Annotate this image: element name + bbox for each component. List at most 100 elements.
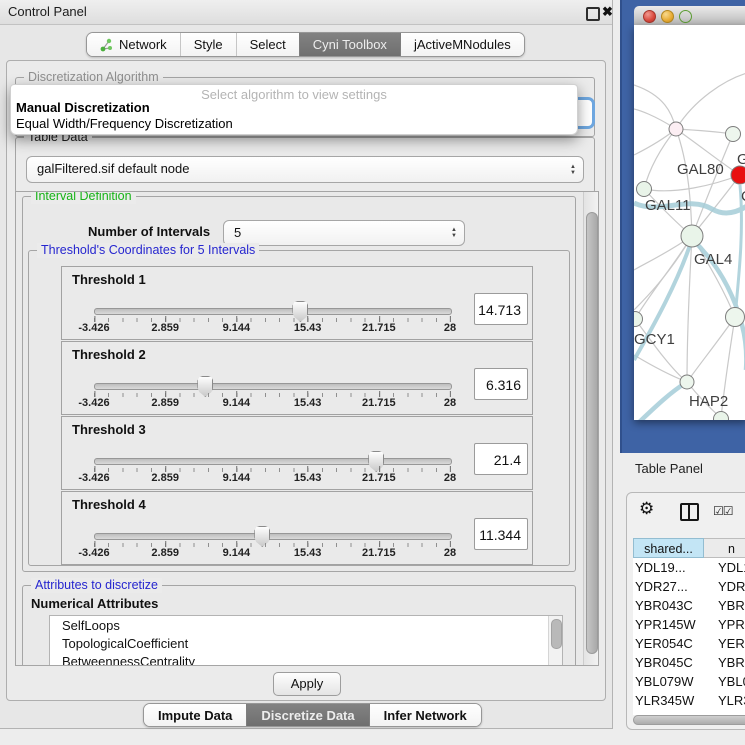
network-edges: [634, 25, 745, 420]
node-label: C: [741, 188, 745, 205]
number-of-intervals-select[interactable]: 5 ▲▼: [223, 220, 465, 246]
threshold-label: Threshold 2: [72, 347, 146, 362]
split-columns-icon[interactable]: [680, 503, 699, 521]
menu-item-manual-discretization[interactable]: Manual Discretization: [16, 100, 150, 115]
cell: YBR043C: [635, 596, 693, 615]
cell: YDR27...: [635, 577, 688, 596]
threshold-3-value-field[interactable]: 21.4: [474, 443, 528, 475]
table-row[interactable]: YBR045CYBR0: [633, 653, 745, 672]
scrollbar-thumb[interactable]: [586, 212, 598, 654]
cell: YBL0: [718, 672, 745, 691]
network-canvas[interactable]: GAL80 GA C GAL11 GAL4 GCY1 H HAP2: [634, 25, 745, 420]
axis-tick-label: -3.426: [78, 322, 109, 334]
cyni-toolbox-panel: Discretization Algorithm Table Data galF…: [6, 60, 606, 701]
stepper-icon: ▲▼: [570, 164, 576, 176]
cell: YDL1: [718, 558, 745, 577]
scrollbar-thumb[interactable]: [551, 619, 562, 649]
tab-infer-network[interactable]: Infer Network: [369, 704, 481, 726]
node-label: GCY1: [634, 331, 675, 348]
cell: YBR0: [718, 596, 745, 615]
table-data-value: galFiltered.sif default node: [37, 157, 189, 181]
menu-item-equal-width-frequency[interactable]: Equal Width/Frequency Discretization: [16, 116, 233, 131]
axis-tick-label: 15.43: [294, 322, 322, 334]
axis-tick-label: 15.43: [294, 547, 322, 559]
tab-label: Style: [194, 37, 223, 52]
control-panel-titlebar: Control Panel ✖: [0, 0, 612, 25]
table-panel: ⚙ ☑☑ shared... n YDL19...YDL1 YDR27...YD…: [626, 492, 745, 730]
threshold-4-value-field[interactable]: 11.344: [474, 518, 528, 550]
cell: YLR345W: [635, 691, 694, 710]
gear-icon[interactable]: ⚙: [639, 499, 654, 519]
tab-select[interactable]: Select: [236, 33, 299, 56]
settings-scrollbar[interactable]: [583, 192, 598, 665]
select-columns-icon[interactable]: ☑☑: [713, 504, 733, 518]
table-row[interactable]: YBR043C YBR0: [633, 596, 745, 615]
traffic-light-zoom-icon[interactable]: [679, 10, 692, 23]
node-label: HAP2: [689, 393, 728, 410]
axis-tick-label: 15.43: [294, 472, 322, 484]
close-icon[interactable]: ✖: [602, 3, 613, 21]
threshold-2-value-field[interactable]: 6.316: [474, 368, 528, 400]
top-tab-bar: Network Style Select Cyni Toolbox jActiv…: [86, 32, 525, 57]
column-header-shared-name[interactable]: shared...: [633, 538, 704, 558]
axis-tick-label: 9.144: [223, 547, 251, 559]
threshold-3-slider[interactable]: [94, 458, 452, 465]
table-row[interactable]: YPR145WYPR1: [633, 615, 745, 634]
threshold-1-value-field[interactable]: 14.713: [474, 293, 528, 325]
interval-definition-group: Interval Definition Number of Intervals …: [22, 196, 576, 572]
group-title: Interval Definition: [31, 191, 136, 204]
network-window-titlebar[interactable]: [634, 6, 745, 26]
axis-tick-label: 21.715: [362, 397, 396, 409]
apply-button[interactable]: Apply: [273, 672, 341, 696]
column-header-name[interactable]: n: [704, 538, 745, 558]
scrollbar-thumb[interactable]: [633, 715, 745, 725]
list-item[interactable]: TopologicalCoefficient: [62, 636, 188, 651]
list-item[interactable]: BetweennessCentrality: [62, 654, 195, 666]
axis-tick-label: 28: [444, 547, 456, 559]
threshold-4-slider[interactable]: [94, 533, 452, 540]
axis-tick-label: 9.144: [223, 472, 251, 484]
numerical-attributes-list[interactable]: SelfLoops TopologicalCoefficient Between…: [49, 615, 563, 666]
cell: YER054C: [635, 634, 693, 653]
cell: YPR145W: [635, 615, 696, 634]
threshold-3-panel: Threshold 3 -3.4262.8599.14415.4321.7152…: [61, 416, 533, 490]
group-title: Threshold's Coordinates for 5 Intervals: [37, 243, 259, 258]
list-scrollbar[interactable]: [548, 616, 562, 666]
table-horizontal-scrollbar[interactable]: [633, 715, 745, 725]
table-data-select[interactable]: galFiltered.sif default node ▲▼: [26, 156, 584, 183]
tab-label: Impute Data: [158, 708, 232, 723]
thresholds-group: Threshold's Coordinates for 5 Intervals …: [28, 250, 570, 566]
table-row[interactable]: YBL079WYBL0: [633, 672, 745, 691]
tab-impute-data[interactable]: Impute Data: [144, 704, 246, 726]
tab-discretize-data[interactable]: Discretize Data: [246, 704, 368, 726]
tab-style[interactable]: Style: [180, 33, 236, 56]
tab-label: Cyni Toolbox: [313, 37, 387, 52]
float-window-icon[interactable]: [586, 7, 600, 21]
table-row[interactable]: YER054CYER0: [633, 634, 745, 653]
threshold-label: Threshold 3: [72, 422, 146, 437]
table-row[interactable]: YDR27... YDR2: [633, 577, 745, 596]
table-row[interactable]: YLR345WYLR3: [633, 691, 745, 710]
tab-cyni-toolbox[interactable]: Cyni Toolbox: [299, 33, 400, 56]
traffic-light-close-icon[interactable]: [643, 10, 656, 23]
list-item[interactable]: SelfLoops: [62, 618, 120, 633]
tab-network[interactable]: Network: [87, 33, 180, 56]
tab-label: Infer Network: [384, 708, 467, 723]
traffic-light-minimize-icon[interactable]: [661, 10, 674, 23]
axis-tick-label: 2.859: [151, 397, 179, 409]
table-row[interactable]: YDL19...YDL1: [633, 558, 745, 577]
threshold-1-slider[interactable]: [94, 308, 452, 315]
axis-tick-label: 28: [444, 322, 456, 334]
axis-tick-label: 2.859: [151, 322, 179, 334]
axis-tick-label: 2.859: [151, 472, 179, 484]
group-title: Attributes to discretize: [31, 578, 162, 593]
threshold-2-slider[interactable]: [94, 383, 452, 390]
screen: Control Panel ✖ Network Style Select Cyn…: [0, 0, 745, 745]
settings-scroll-area: Interval Definition Number of Intervals …: [15, 191, 599, 666]
cell: YDR2: [718, 577, 745, 596]
axis-tick-label: 28: [444, 397, 456, 409]
slider-tick-labels: -3.4262.8599.14415.4321.71528: [94, 322, 450, 336]
tab-jactivemnodules[interactable]: jActiveMNodules: [400, 33, 524, 56]
axis-tick-label: 9.144: [223, 397, 251, 409]
node-label: GAL4: [694, 251, 732, 268]
